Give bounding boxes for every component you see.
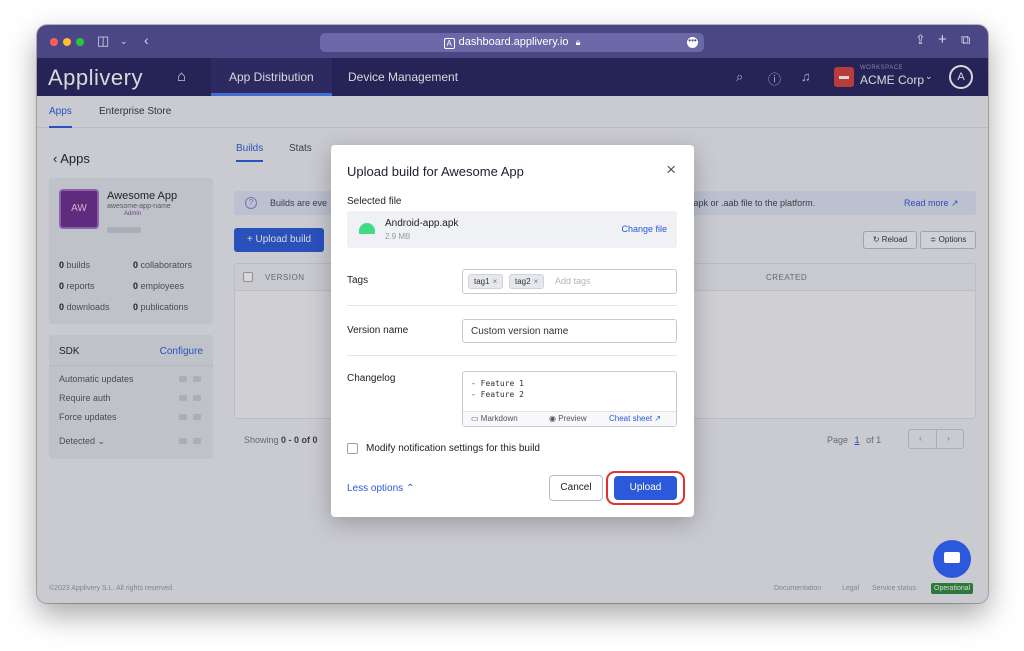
close-icon[interactable]: ×: [666, 160, 676, 180]
minimize-window-button[interactable]: [63, 38, 71, 46]
cheat-sheet-link[interactable]: Cheat sheet ↗: [609, 412, 661, 426]
changelog-textarea[interactable]: - Feature 1 - Feature 2 ▭ Markdown ◉ Pre…: [462, 371, 677, 427]
version-name-label: Version name: [347, 325, 409, 336]
android-icon: [359, 223, 375, 234]
file-name: Android-app.apk: [385, 218, 459, 229]
more-icon[interactable]: •••: [687, 37, 698, 48]
zoom-window-button[interactable]: [76, 38, 84, 46]
file-size: 2.9 MB: [385, 232, 411, 241]
chevron-down-icon[interactable]: ⌄: [120, 34, 128, 48]
markdown-tab[interactable]: ▭ Markdown: [471, 412, 518, 426]
browser-titlebar: ◫ ⌄ ‹ Adashboard.applivery.io 🔒︎ ••• ⇪ +…: [37, 25, 988, 58]
changelog-value: - Feature 1 - Feature 2: [471, 379, 524, 399]
version-name-value: Custom version name: [471, 326, 569, 337]
new-tab-icon[interactable]: +: [938, 32, 947, 47]
modal-title: Upload build for Awesome App: [347, 164, 524, 179]
close-window-button[interactable]: [50, 38, 58, 46]
tags-input[interactable]: tag1 × tag2 × Add tags: [462, 269, 677, 294]
url-bar[interactable]: Adashboard.applivery.io 🔒︎ •••: [320, 33, 704, 52]
eye-icon: ◉: [549, 414, 559, 423]
share-icon[interactable]: ⇪: [915, 33, 926, 47]
lock-icon: 🔒︎: [575, 37, 581, 47]
external-link-icon: ↗: [654, 414, 662, 423]
remove-tag-icon[interactable]: ×: [493, 277, 498, 286]
divider: [347, 355, 677, 356]
tags-label: Tags: [347, 275, 369, 286]
chat-button[interactable]: [933, 540, 971, 578]
site-icon: A: [443, 38, 455, 49]
tag-chip: tag1 ×: [468, 274, 504, 289]
notify-checkbox[interactable]: [347, 443, 358, 454]
version-name-input[interactable]: Custom version name: [462, 319, 677, 343]
upload-button[interactable]: Upload: [614, 476, 677, 500]
tabs-overview-icon[interactable]: ⧉: [961, 33, 970, 47]
sidebar-toggle-icon[interactable]: ◫: [97, 34, 109, 48]
less-options-link[interactable]: Less options ⌃: [347, 483, 414, 494]
chat-icon: [944, 552, 960, 563]
upload-build-modal: Upload build for Awesome App × Selected …: [331, 145, 694, 517]
browser-window: ◫ ⌄ ‹ Adashboard.applivery.io 🔒︎ ••• ⇪ +…: [37, 25, 988, 603]
preview-tab[interactable]: ◉ Preview: [549, 412, 587, 426]
url-text: dashboard.applivery.io: [458, 36, 569, 48]
cancel-button[interactable]: Cancel: [549, 475, 603, 501]
remove-tag-icon[interactable]: ×: [534, 277, 539, 286]
markdown-icon: ▭: [471, 414, 481, 423]
divider: [347, 305, 677, 306]
change-file-link[interactable]: Change file: [621, 224, 667, 234]
back-icon[interactable]: ‹: [144, 33, 149, 47]
tag-chip: tag2 ×: [509, 274, 545, 289]
changelog-label: Changelog: [347, 373, 396, 384]
editor-toolbar: ▭ Markdown ◉ Preview Cheat sheet ↗: [463, 411, 676, 426]
selected-file-label: Selected file: [347, 196, 402, 207]
selected-file-box: Android-app.apk 2.9 MB Change file: [347, 211, 677, 248]
tags-placeholder: Add tags: [555, 276, 591, 286]
notify-label[interactable]: Modify notification settings for this bu…: [366, 443, 540, 454]
chevron-up-icon: ⌃: [405, 483, 415, 494]
